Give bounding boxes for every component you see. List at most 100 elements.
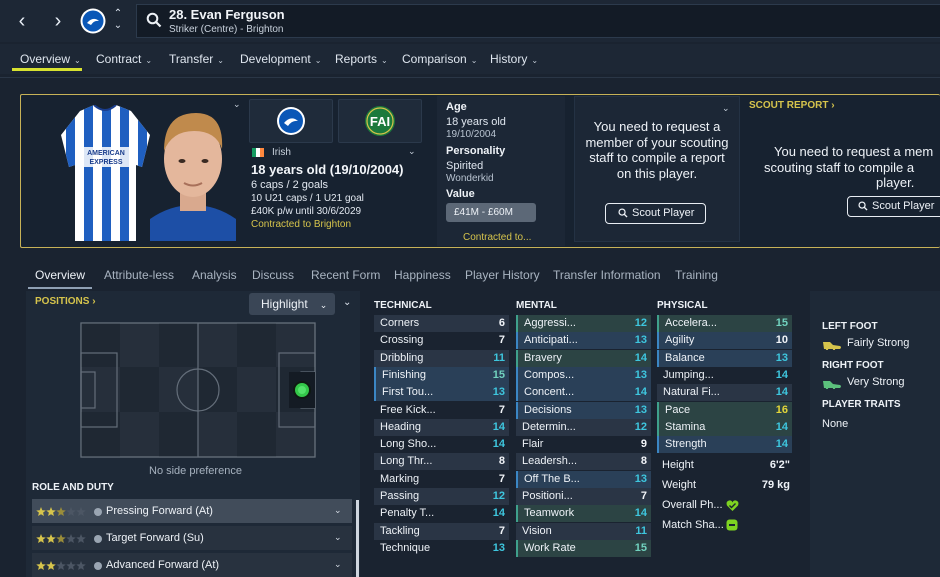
attribute-row[interactable]: Work Rate 15 xyxy=(516,539,651,557)
contracted-link[interactable]: Contracted to... xyxy=(463,232,531,243)
attribute-row[interactable]: Corners 6 xyxy=(374,315,509,332)
chevron-down-icon[interactable]: ⌄ xyxy=(408,146,416,157)
attribute-row[interactable]: Determin... 12 xyxy=(516,418,651,436)
tab-attribute-less[interactable]: Attribute-less xyxy=(104,268,174,282)
left-foot-heading: LEFT FOOT xyxy=(822,321,878,332)
attribute-row[interactable]: Technique 13 xyxy=(374,540,509,557)
nav-comparison[interactable]: Comparison ⌄ xyxy=(402,52,477,66)
chevron-down-icon[interactable]: ⌄ xyxy=(722,103,730,114)
attribute-name: Passing xyxy=(380,490,420,502)
attribute-row[interactable]: Long Thr... 8 xyxy=(374,453,509,471)
attribute-value: 7 xyxy=(498,334,505,347)
attribute-row[interactable]: Balance 13 xyxy=(657,349,792,367)
attribute-row[interactable]: Teamwork 14 xyxy=(516,505,651,523)
nav-transfer[interactable]: Transfer ⌄ xyxy=(169,52,224,66)
chevron-down-icon[interactable]: ⌄ xyxy=(334,532,342,543)
attribute-row[interactable]: Tackling 7 xyxy=(374,522,509,540)
nav-reports[interactable]: Reports ⌄ xyxy=(335,52,388,66)
attribute-row[interactable]: Stamina 14 xyxy=(657,418,792,436)
attribute-value: 12 xyxy=(634,317,647,329)
attribute-row[interactable]: Concent... 14 xyxy=(516,384,651,402)
attribute-row[interactable]: Finishing 15 xyxy=(374,366,509,384)
attribute-row[interactable]: Leadersh... 8 xyxy=(516,453,651,471)
nav-label: History xyxy=(490,52,528,66)
attribute-name: Decisions xyxy=(524,403,572,416)
national-team-badge-box[interactable]: FAI xyxy=(338,99,422,143)
scout-report-line: scouting staff to compile a xyxy=(764,159,915,175)
attribute-row[interactable]: Penalty T... 14 xyxy=(374,505,509,522)
attribute-row[interactable]: Compos... 13 xyxy=(516,366,651,384)
chevron-down-icon[interactable]: ⌄ xyxy=(343,297,351,308)
mental-heading: MENTAL xyxy=(516,300,557,311)
chevron-down-icon[interactable]: ⌄ xyxy=(334,559,342,570)
star-icon xyxy=(76,561,86,571)
role-label: Pressing Forward (At) xyxy=(106,505,213,517)
attribute-row[interactable]: Aggressi... 12 xyxy=(516,315,651,332)
attribute-value: 9 xyxy=(640,438,647,451)
up-down-chevron-icon[interactable]: ⌃ ⌄ xyxy=(112,8,124,34)
attribute-row[interactable]: Off The B... 13 xyxy=(516,470,651,488)
technical-heading: TECHNICAL xyxy=(374,300,432,311)
tab-overview[interactable]: Overview xyxy=(35,268,85,282)
tab-happiness[interactable]: Happiness xyxy=(394,268,451,282)
search-icon[interactable] xyxy=(146,12,162,28)
tab-analysis[interactable]: Analysis xyxy=(192,268,237,282)
role-duty-heading: ROLE AND DUTY xyxy=(32,482,114,493)
tab-discuss[interactable]: Discuss xyxy=(252,268,294,282)
forward-arrow-icon[interactable]: › xyxy=(48,10,68,32)
photo-chevron-icon[interactable]: ⌄ xyxy=(233,99,245,110)
attribute-row[interactable]: Long Sho... 14 xyxy=(374,436,509,453)
back-arrow-icon[interactable]: ‹ xyxy=(12,10,32,32)
attribute-row[interactable]: Natural Fi... 14 xyxy=(657,384,792,402)
attribute-row[interactable]: Decisions 13 xyxy=(516,401,651,419)
nav-overview[interactable]: Overview ⌄ xyxy=(20,52,81,66)
attribute-row[interactable]: Flair 9 xyxy=(516,436,651,453)
contracted-club-link[interactable]: Contracted to Brighton xyxy=(251,219,351,230)
attribute-row[interactable]: Strength 14 xyxy=(657,436,792,454)
attribute-row[interactable]: Dribbling 11 xyxy=(374,349,509,367)
attribute-value: 7 xyxy=(498,403,505,416)
scout-player-button-2[interactable]: Scout Player xyxy=(847,196,940,217)
attribute-row[interactable]: Accelera... 15 xyxy=(657,315,792,332)
attribute-value: 14 xyxy=(775,420,788,433)
attribute-value: 15 xyxy=(775,317,788,329)
positions-heading[interactable]: POSITIONS › xyxy=(35,296,96,307)
nav-development[interactable]: Development ⌄ xyxy=(240,52,321,66)
attribute-value: 14 xyxy=(634,507,647,520)
attribute-row[interactable]: Vision 11 xyxy=(516,522,651,540)
info-icon xyxy=(94,562,102,570)
chevron-down-icon[interactable]: ⌄ xyxy=(334,505,342,516)
club-badge-box[interactable] xyxy=(249,99,333,143)
roles-scrollbar[interactable] xyxy=(356,500,359,577)
attribute-row[interactable]: Anticipati... 13 xyxy=(516,332,651,350)
club-badge-icon[interactable] xyxy=(80,8,106,34)
tab-transfer-information[interactable]: Transfer Information xyxy=(553,268,661,282)
attribute-name: Stamina xyxy=(665,420,706,433)
attribute-row[interactable]: Bravery 14 xyxy=(516,349,651,367)
attribute-row[interactable]: First Tou... 13 xyxy=(374,384,509,402)
scout-player-button[interactable]: Scout Player xyxy=(605,203,706,224)
attribute-row[interactable]: Agility 10 xyxy=(657,332,792,350)
attribute-name: Determin... xyxy=(522,420,576,433)
attribute-value: 13 xyxy=(634,403,647,416)
attribute-name: Heading xyxy=(380,420,421,433)
attribute-row[interactable]: Free Kick... 7 xyxy=(374,402,509,419)
attribute-row[interactable]: Jumping... 14 xyxy=(657,367,792,384)
nav-history[interactable]: History ⌄ xyxy=(490,52,538,66)
attribute-row[interactable]: Marking 7 xyxy=(374,471,509,488)
attribute-row[interactable]: Heading 14 xyxy=(374,418,509,436)
nav-contract[interactable]: Contract ⌄ xyxy=(96,52,152,66)
attribute-row[interactable]: Passing 12 xyxy=(374,488,509,505)
attribute-row[interactable]: Pace 16 xyxy=(657,401,792,419)
tab-training[interactable]: Training xyxy=(675,268,718,282)
tab-player-history[interactable]: Player History xyxy=(465,268,540,282)
attribute-name: Pace xyxy=(665,403,691,416)
attribute-name: Teamwork xyxy=(524,507,575,520)
search-icon xyxy=(858,201,868,211)
attribute-row[interactable]: Crossing 7 xyxy=(374,332,509,349)
nav-label: Development xyxy=(240,52,311,66)
highlight-dropdown[interactable]: Highlight ⌄ xyxy=(249,293,335,315)
tab-recent-form[interactable]: Recent Form xyxy=(311,268,380,282)
scout-report-heading[interactable]: SCOUT REPORT › xyxy=(749,100,835,111)
attribute-row[interactable]: Positioni... 7 xyxy=(516,488,651,505)
